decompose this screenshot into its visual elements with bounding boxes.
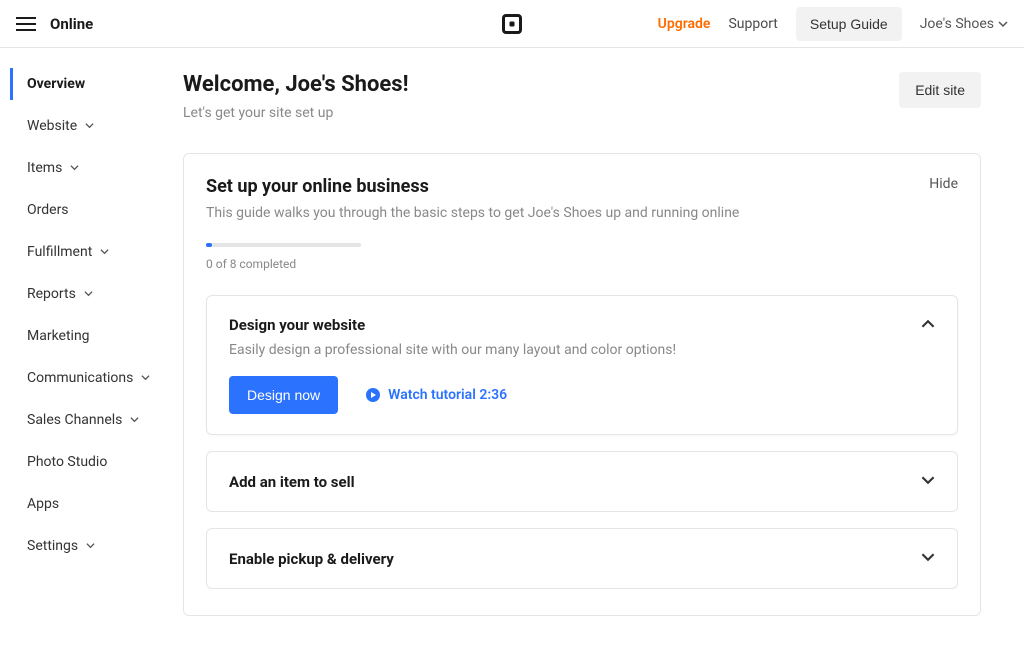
collapse-button[interactable] [921, 316, 935, 335]
logo[interactable] [502, 14, 522, 34]
step-title: Enable pickup & delivery [229, 550, 394, 568]
topbar-right: Upgrade Support Setup Guide Joe's Shoes [658, 7, 1008, 41]
chevron-down-icon [141, 370, 150, 386]
chevron-down-icon [100, 244, 109, 260]
chevron-down-icon [84, 286, 93, 302]
step-description: Easily design a professional site with o… [229, 342, 676, 358]
page-title: Welcome, Joe's Shoes! [183, 72, 409, 97]
setup-step-add-item[interactable]: Add an item to sell [206, 451, 958, 512]
chevron-down-icon [86, 538, 95, 554]
sidebar-item-apps[interactable]: Apps [10, 488, 175, 520]
upgrade-link[interactable]: Upgrade [658, 16, 711, 32]
sidebar-item-label: Apps [27, 496, 59, 512]
sidebar-item-items[interactable]: Items [10, 152, 175, 184]
page-header: Welcome, Joe's Shoes! Let's get your sit… [183, 72, 981, 121]
sidebar-item-label: Photo Studio [27, 454, 107, 470]
chevron-up-icon [921, 316, 935, 335]
sidebar-item-label: Marketing [27, 328, 90, 344]
sidebar-item-label: Items [27, 160, 62, 176]
sidebar-item-settings[interactable]: Settings [10, 530, 175, 562]
setup-guide-button[interactable]: Setup Guide [796, 7, 902, 41]
sidebar-item-marketing[interactable]: Marketing [10, 320, 175, 352]
chevron-down-icon [998, 19, 1008, 29]
main-content: Welcome, Joe's Shoes! Let's get your sit… [175, 48, 1005, 656]
setup-step-design: Design your website Easily design a prof… [206, 295, 958, 435]
chevron-down-icon [921, 472, 935, 491]
app-title: Online [50, 15, 93, 33]
square-logo-icon [502, 14, 522, 34]
progress-text: 0 of 8 completed [206, 257, 958, 271]
progress-fill [206, 243, 212, 247]
sidebar-item-fulfillment[interactable]: Fulfillment [10, 236, 175, 268]
card-header: Set up your online business This guide w… [206, 176, 958, 221]
chevron-down-icon [70, 160, 79, 176]
progress-bar [206, 243, 361, 247]
sidebar-item-label: Reports [27, 286, 76, 302]
sidebar-item-photo-studio[interactable]: Photo Studio [10, 446, 175, 478]
setup-title: Set up your online business [206, 176, 739, 197]
sidebar-item-communications[interactable]: Communications [10, 362, 175, 394]
sidebar-item-label: Website [27, 118, 77, 134]
setup-description: This guide walks you through the basic s… [206, 205, 739, 221]
sidebar-item-sales-channels[interactable]: Sales Channels [10, 404, 175, 436]
chevron-down-icon [130, 412, 139, 428]
account-name: Joe's Shoes [920, 16, 994, 32]
sidebar-item-overview[interactable]: Overview [10, 68, 175, 100]
sidebar-item-label: Fulfillment [27, 244, 92, 260]
step-title: Add an item to sell [229, 473, 355, 491]
sidebar: Overview Website Items Orders Fulfillmen… [0, 48, 175, 656]
sidebar-item-label: Settings [27, 538, 78, 554]
sidebar-item-website[interactable]: Website [10, 110, 175, 142]
play-icon [366, 388, 380, 402]
sidebar-item-label: Communications [27, 370, 133, 386]
sidebar-item-label: Sales Channels [27, 412, 122, 428]
sidebar-item-reports[interactable]: Reports [10, 278, 175, 310]
progress: 0 of 8 completed [206, 243, 958, 271]
hide-button[interactable]: Hide [929, 176, 958, 192]
menu-icon[interactable] [16, 17, 36, 31]
watch-tutorial-link[interactable]: Watch tutorial 2:36 [366, 387, 507, 403]
watch-tutorial-label: Watch tutorial 2:36 [388, 387, 507, 403]
chevron-down-icon [921, 549, 935, 568]
setup-card: Set up your online business This guide w… [183, 153, 981, 616]
design-now-button[interactable]: Design now [229, 376, 338, 414]
sidebar-item-label: Orders [27, 202, 69, 218]
sidebar-item-orders[interactable]: Orders [10, 194, 175, 226]
topbar-left: Online [16, 15, 93, 33]
account-switcher[interactable]: Joe's Shoes [920, 16, 1008, 32]
step-title: Design your website [229, 316, 676, 334]
topbar: Online Upgrade Support Setup Guide Joe's… [0, 0, 1024, 48]
chevron-down-icon [85, 118, 94, 134]
setup-step-pickup-delivery[interactable]: Enable pickup & delivery [206, 528, 958, 589]
page-subtitle: Let's get your site set up [183, 105, 409, 121]
edit-site-button[interactable]: Edit site [899, 72, 981, 108]
sidebar-item-label: Overview [27, 76, 85, 92]
support-link[interactable]: Support [728, 16, 777, 32]
